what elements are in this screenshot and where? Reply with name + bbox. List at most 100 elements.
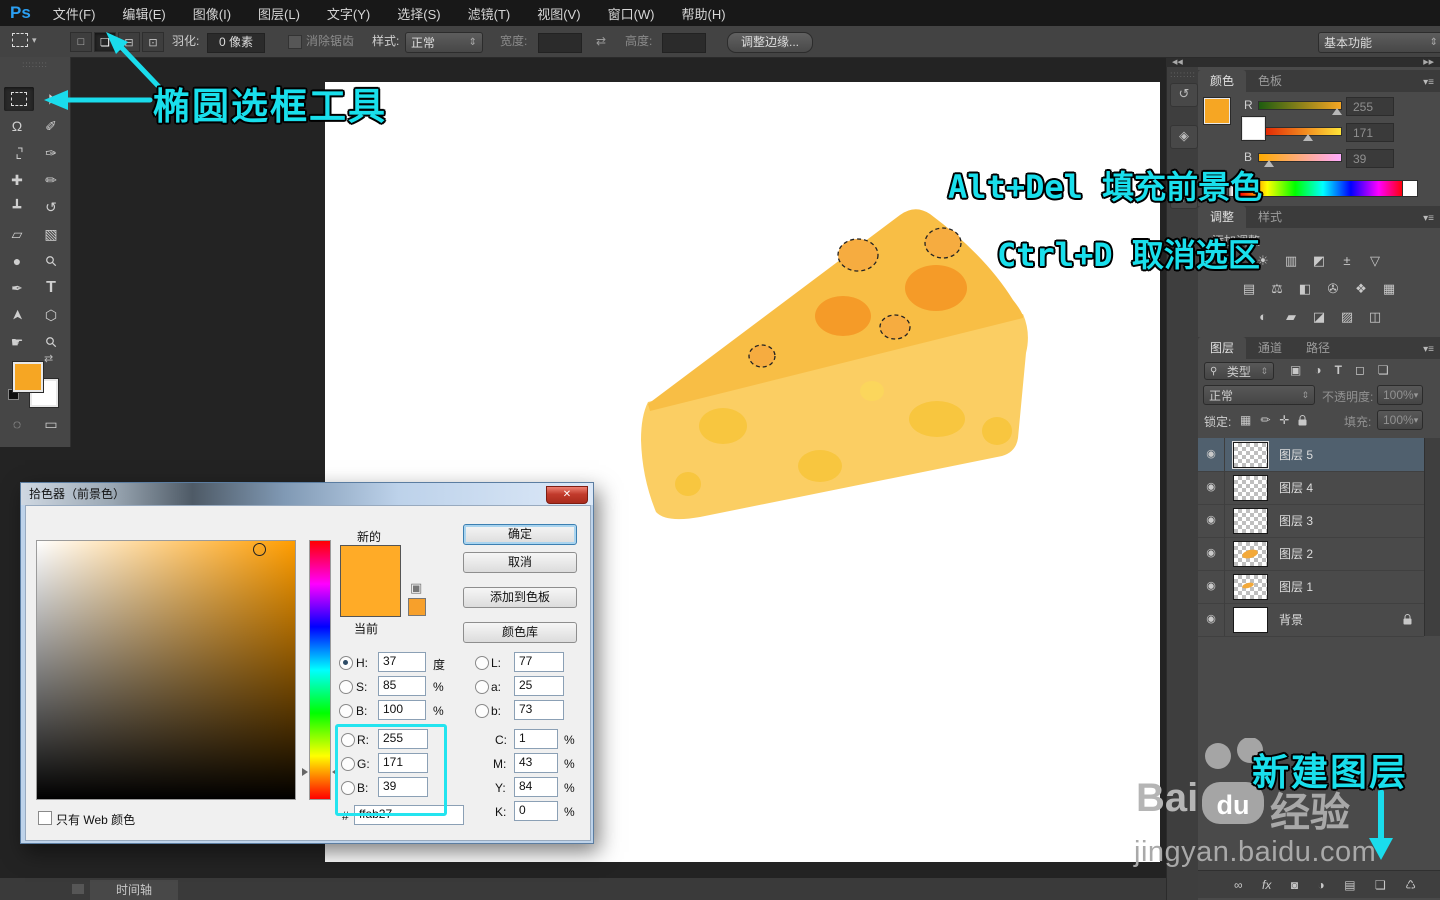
menu-type[interactable]: 文字(Y) bbox=[327, 4, 370, 23]
adjustment-hue-saturation-icon[interactable]: ▤ bbox=[1238, 280, 1260, 298]
menu-image[interactable]: 图像(I) bbox=[193, 4, 231, 23]
panel-foreground-swatch[interactable] bbox=[1204, 98, 1230, 124]
h-input[interactable]: 37 bbox=[378, 652, 426, 672]
visibility-eye-icon[interactable]: ◉ bbox=[1198, 537, 1225, 570]
s-radio[interactable] bbox=[339, 680, 353, 694]
hue-slider-arrow[interactable] bbox=[302, 768, 308, 776]
lock-transparent-pixels-icon[interactable]: ▦ bbox=[1240, 413, 1251, 427]
layer-name[interactable]: 图层 5 bbox=[1279, 446, 1313, 463]
menu-file[interactable]: 文件(F) bbox=[53, 4, 96, 23]
r-slider-thumb[interactable] bbox=[1332, 108, 1342, 115]
adjustment-channel-mixer-icon[interactable]: ❖ bbox=[1350, 280, 1372, 298]
intersect-selection-mode-button[interactable]: ⊡ bbox=[142, 32, 164, 52]
layer-thumbnail[interactable] bbox=[1232, 440, 1269, 469]
layer-thumbnail[interactable] bbox=[1233, 507, 1268, 534]
menu-view[interactable]: 视图(V) bbox=[537, 4, 580, 23]
adjustment-levels-icon[interactable]: ▥ bbox=[1280, 252, 1302, 270]
k-input[interactable]: 0 bbox=[514, 801, 558, 821]
lab-b-input[interactable]: 73 bbox=[514, 700, 564, 720]
tool-eyedropper[interactable]: ✑ bbox=[38, 141, 64, 165]
tool-path-selection[interactable]: ➤ bbox=[5, 302, 29, 328]
menu-edit[interactable]: 编辑(E) bbox=[122, 4, 165, 23]
layer-name[interactable]: 图层 4 bbox=[1279, 479, 1313, 496]
lock-position-icon[interactable]: ✛ bbox=[1279, 413, 1289, 427]
layer-thumbnail[interactable] bbox=[1233, 606, 1268, 633]
adjustment-curves-icon[interactable]: ◩ bbox=[1308, 252, 1330, 270]
panel-background-swatch[interactable] bbox=[1242, 117, 1265, 140]
layer-thumbnail[interactable] bbox=[1233, 540, 1268, 567]
layer-row-1[interactable]: ◉ 图层 1 bbox=[1198, 570, 1424, 604]
white-chip[interactable] bbox=[1402, 180, 1418, 197]
visibility-eye-icon[interactable]: ◉ bbox=[1198, 603, 1225, 636]
filter-type-layers-icon[interactable]: T bbox=[1335, 363, 1342, 377]
antialias-checkbox[interactable] bbox=[288, 35, 302, 49]
tool-history-brush[interactable]: ↺ bbox=[38, 195, 64, 219]
adjustment-photo-filter-icon[interactable]: ✇ bbox=[1322, 280, 1344, 298]
visibility-eye-icon[interactable]: ◉ bbox=[1198, 570, 1225, 603]
tool-dodge[interactable]: ⚲ bbox=[33, 243, 68, 278]
g-slider[interactable] bbox=[1258, 127, 1342, 136]
r-value[interactable]: 255 bbox=[1346, 97, 1394, 116]
r-slider[interactable] bbox=[1258, 101, 1342, 110]
layer-style-icon[interactable]: fx bbox=[1262, 878, 1271, 892]
b-input[interactable]: 100 bbox=[378, 700, 426, 720]
layer-thumbnail[interactable] bbox=[1233, 474, 1268, 501]
tab-channels[interactable]: 通道 bbox=[1246, 337, 1294, 359]
feather-input[interactable]: 0 像素 bbox=[207, 33, 265, 53]
panel-grip[interactable]: :::::::: bbox=[1167, 70, 1199, 79]
layer-name[interactable]: 背景 bbox=[1279, 611, 1403, 628]
adjustment-color-lookup-icon[interactable]: ▦ bbox=[1378, 280, 1400, 298]
layers-scrollbar[interactable] bbox=[1424, 438, 1440, 636]
lock-image-pixels-icon[interactable]: ✏ bbox=[1260, 413, 1270, 427]
layer-thumbnail[interactable] bbox=[1233, 573, 1268, 600]
a-radio[interactable] bbox=[475, 680, 489, 694]
g-slider-thumb[interactable] bbox=[1303, 134, 1313, 141]
layer-name[interactable]: 图层 2 bbox=[1279, 545, 1313, 562]
g-value[interactable]: 171 bbox=[1346, 123, 1394, 142]
tool-clone-stamp[interactable]: ┻ bbox=[4, 195, 30, 219]
style-select[interactable]: 正常 ⇕ bbox=[405, 32, 483, 53]
tab-styles[interactable]: 样式 bbox=[1246, 206, 1294, 228]
add-to-swatches-button[interactable]: 添加到色板 bbox=[463, 587, 577, 608]
color-libraries-button[interactable]: 颜色库 bbox=[463, 622, 577, 643]
panel-menu-icon[interactable]: ▾≡ bbox=[1423, 344, 1434, 355]
layer-row-3[interactable]: ◉ 图层 3 bbox=[1198, 504, 1424, 538]
menu-select[interactable]: 选择(S) bbox=[397, 4, 440, 23]
adjustment-posterize-icon[interactable]: ▰ bbox=[1280, 308, 1302, 326]
adjustment-exposure-icon[interactable]: ± bbox=[1336, 252, 1358, 270]
l-input[interactable]: 77 bbox=[514, 652, 564, 672]
tab-timeline[interactable]: 时间轴 bbox=[90, 880, 178, 900]
tool-crop[interactable]: ⌞⌝ bbox=[4, 141, 30, 165]
web-only-checkbox[interactable] bbox=[38, 811, 52, 825]
tool-eraser[interactable]: ▱ bbox=[4, 222, 30, 246]
layer-row-2[interactable]: ◉ 图层 2 bbox=[1198, 537, 1424, 571]
screen-mode-button[interactable]: ▭ bbox=[38, 412, 64, 436]
foreground-color-swatch[interactable] bbox=[13, 362, 43, 392]
filter-pixel-layers-icon[interactable]: ▣ bbox=[1290, 363, 1301, 377]
width-input[interactable] bbox=[538, 33, 582, 53]
properties-panel-button[interactable]: ◈ bbox=[1170, 125, 1198, 149]
layer-row-4[interactable]: ◉ 图层 4 bbox=[1198, 471, 1424, 505]
layer-filter-select[interactable]: ⚲ 类型 ⇕ bbox=[1204, 362, 1274, 380]
menu-filter[interactable]: 滤镜(T) bbox=[468, 4, 511, 23]
opacity-select[interactable]: 100% ▾ bbox=[1377, 385, 1423, 405]
layer-name[interactable]: 图层 1 bbox=[1279, 578, 1313, 595]
collapse-panels-icon[interactable]: ◀◀ bbox=[1172, 58, 1183, 66]
gamut-warning-icon[interactable]: ▣ bbox=[410, 580, 422, 596]
visibility-eye-icon[interactable]: ◉ bbox=[1198, 471, 1225, 504]
new-layer-icon[interactable]: ❏ bbox=[1375, 878, 1386, 892]
filter-adjustment-layers-icon[interactable]: ◑ bbox=[1314, 363, 1321, 377]
web-safe-swatch[interactable] bbox=[408, 598, 426, 616]
b-value[interactable]: 39 bbox=[1346, 149, 1394, 168]
visibility-eye-icon[interactable]: ◉ bbox=[1198, 438, 1225, 471]
panel-grip[interactable]: :::::::: bbox=[0, 60, 70, 69]
layer-row-5[interactable]: ◉ 图层 5 bbox=[1198, 438, 1424, 472]
lock-all-icon[interactable] bbox=[1298, 414, 1307, 426]
tool-pen[interactable]: ✒ bbox=[4, 276, 30, 300]
ok-button[interactable]: 确定 bbox=[463, 524, 577, 545]
menu-window[interactable]: 窗口(W) bbox=[608, 4, 655, 23]
tool-healing-brush[interactable]: ✚ bbox=[4, 168, 30, 192]
tab-paths[interactable]: 路径 bbox=[1294, 337, 1342, 359]
adjustment-threshold-icon[interactable]: ◪ bbox=[1308, 308, 1330, 326]
panel-menu-icon[interactable]: ▾≡ bbox=[1423, 77, 1434, 88]
